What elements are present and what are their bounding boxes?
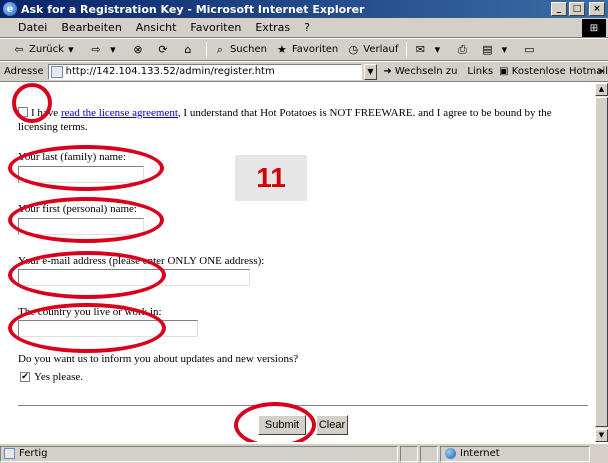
security-zone: Internet	[440, 445, 590, 462]
license-agreement-link[interactable]: read the license agreement	[61, 107, 178, 119]
print-button[interactable]: ⎙	[455, 43, 472, 57]
refresh-icon: ⟳	[158, 42, 168, 56]
hotmail-link[interactable]: ▣ Kostenlose Hotmail	[499, 66, 608, 77]
page-status-icon	[4, 448, 15, 459]
menu-bar: Datei Bearbeiten Ansicht Favoriten Extra…	[0, 18, 608, 38]
discuss-button[interactable]: ▭	[522, 43, 539, 57]
status-cell	[400, 445, 418, 462]
home-icon: ⌂	[184, 42, 192, 56]
menu-help[interactable]: ?	[304, 21, 310, 34]
menu-ansicht[interactable]: Ansicht	[136, 21, 177, 34]
status-cell	[420, 445, 438, 462]
license-statement: I have read the license agreement, I und…	[18, 106, 588, 134]
back-arrow-icon: ⇦	[14, 42, 24, 56]
toolbar: ⇦ Zurück ▾ ⇨ ▾ ⊗ ⟳ ⌂ ⌕ Suchen ★ Favorite…	[0, 39, 608, 61]
internet-globe-icon	[445, 448, 456, 459]
vertical-scrollbar[interactable]: ▲ ▼	[595, 83, 608, 442]
links-label[interactable]: Links	[467, 66, 493, 77]
search-icon: ⌕	[216, 42, 224, 56]
title-bar: e Ask for a Registration Key - Microsoft…	[0, 0, 608, 18]
history-icon: ◷	[348, 42, 359, 56]
close-button[interactable]: ×	[589, 2, 605, 16]
address-label: Adresse	[4, 66, 44, 77]
scroll-thumb[interactable]	[595, 97, 608, 427]
last-name-field[interactable]	[18, 166, 144, 183]
go-button[interactable]: ➜ Wechseln zu	[383, 66, 457, 77]
back-dropdown-icon[interactable]: ▾	[64, 43, 78, 57]
print-icon: ⎙	[457, 42, 467, 56]
favorites-label: Favoriten	[291, 44, 339, 55]
mail-dropdown-icon[interactable]: ▾	[430, 43, 444, 57]
toolbar-separator	[406, 41, 408, 58]
menu-bearbeiten[interactable]: Bearbeiten	[61, 21, 121, 34]
edit-dropdown-icon[interactable]: ▾	[497, 43, 511, 57]
minimize-button[interactable]: _	[551, 2, 567, 16]
clear-button[interactable]: Clear	[316, 415, 348, 435]
windows-logo-icon: ⊞	[582, 19, 606, 37]
go-arrow-icon: ➜	[383, 66, 395, 77]
toolbar-separator	[205, 41, 207, 58]
mail-icon: ✉	[415, 42, 425, 56]
chevron-more-icon[interactable]: »	[598, 66, 604, 77]
submit-button[interactable]: Submit	[258, 415, 306, 435]
forward-arrow-icon: ⇨	[91, 42, 101, 56]
history-label: Verlauf	[363, 44, 399, 55]
updates-checkbox[interactable]: ✔	[20, 372, 30, 382]
yes-please-option: ✔ Yes please.	[20, 371, 83, 383]
go-label: Wechseln zu	[394, 66, 458, 77]
status-text: Fertig	[19, 448, 48, 459]
favorites-button[interactable]: ★ Favoriten	[275, 43, 338, 57]
email-label: Your e-mail address (please enter ONLY O…	[18, 255, 265, 267]
step-number-badge: 11	[235, 155, 307, 201]
ie-logo-icon: e	[3, 2, 17, 16]
zone-label: Internet	[460, 448, 500, 459]
country-label: The country you live or work in:	[18, 306, 162, 318]
hotmail-label: Kostenlose Hotmail	[511, 66, 608, 77]
country-field[interactable]	[18, 320, 198, 337]
menu-favoriten[interactable]: Favoriten	[190, 21, 241, 34]
edit-button[interactable]: ▤ ▾	[480, 43, 514, 57]
home-button[interactable]: ⌂	[181, 43, 198, 57]
hotmail-page-icon: ▣	[499, 66, 512, 77]
history-button[interactable]: ◷ Verlauf	[346, 43, 398, 57]
menu-extras[interactable]: Extras	[255, 21, 290, 34]
scroll-up-icon[interactable]: ▲	[595, 83, 608, 96]
forward-dropdown-icon[interactable]: ▾	[106, 43, 120, 57]
edit-icon: ▤	[482, 42, 493, 56]
yes-please-label: Yes please.	[34, 371, 83, 383]
page-icon	[50, 65, 63, 78]
page-content: I have read the license agreement, I und…	[0, 83, 595, 442]
window-title: Ask for a Registration Key - Microsoft I…	[21, 2, 365, 16]
first-name-label: Your first (personal) name:	[18, 203, 137, 215]
menu-datei[interactable]: Datei	[18, 21, 47, 34]
maximize-button[interactable]: □	[569, 2, 585, 16]
address-bar: Adresse http://142.104.133.52/admin/regi…	[0, 62, 608, 82]
search-label: Suchen	[229, 44, 267, 55]
inform-question: Do you want us to inform you about updat…	[18, 353, 299, 365]
back-label: Zurück	[29, 44, 64, 55]
address-dropdown-icon[interactable]: ▼	[363, 63, 378, 80]
stop-button[interactable]: ⊗	[131, 43, 148, 57]
address-input[interactable]: http://142.104.133.52/admin/register.htm	[47, 63, 362, 80]
mail-button[interactable]: ✉ ▾	[413, 43, 447, 57]
address-url: http://142.104.133.52/admin/register.htm	[65, 66, 275, 77]
status-text-panel: Fertig	[0, 445, 398, 462]
favorites-icon: ★	[277, 42, 287, 56]
forward-button[interactable]: ⇨ ▾	[89, 43, 123, 57]
search-button[interactable]: ⌕ Suchen	[213, 43, 267, 57]
refresh-button[interactable]: ⟳	[156, 43, 173, 57]
status-bar: Fertig Internet	[0, 443, 608, 463]
license-checkbox[interactable]	[18, 107, 28, 117]
email-field[interactable]	[18, 269, 250, 286]
first-name-field[interactable]	[18, 218, 144, 235]
back-button[interactable]: ⇦ Zurück ▾	[12, 43, 81, 57]
divider	[18, 405, 588, 407]
scroll-down-icon[interactable]: ▼	[595, 429, 608, 442]
license-prefix: I have	[31, 107, 61, 119]
last-name-label: Your last (family) name:	[18, 151, 126, 163]
discuss-icon: ▭	[524, 42, 535, 56]
stop-icon: ⊗	[133, 42, 143, 56]
